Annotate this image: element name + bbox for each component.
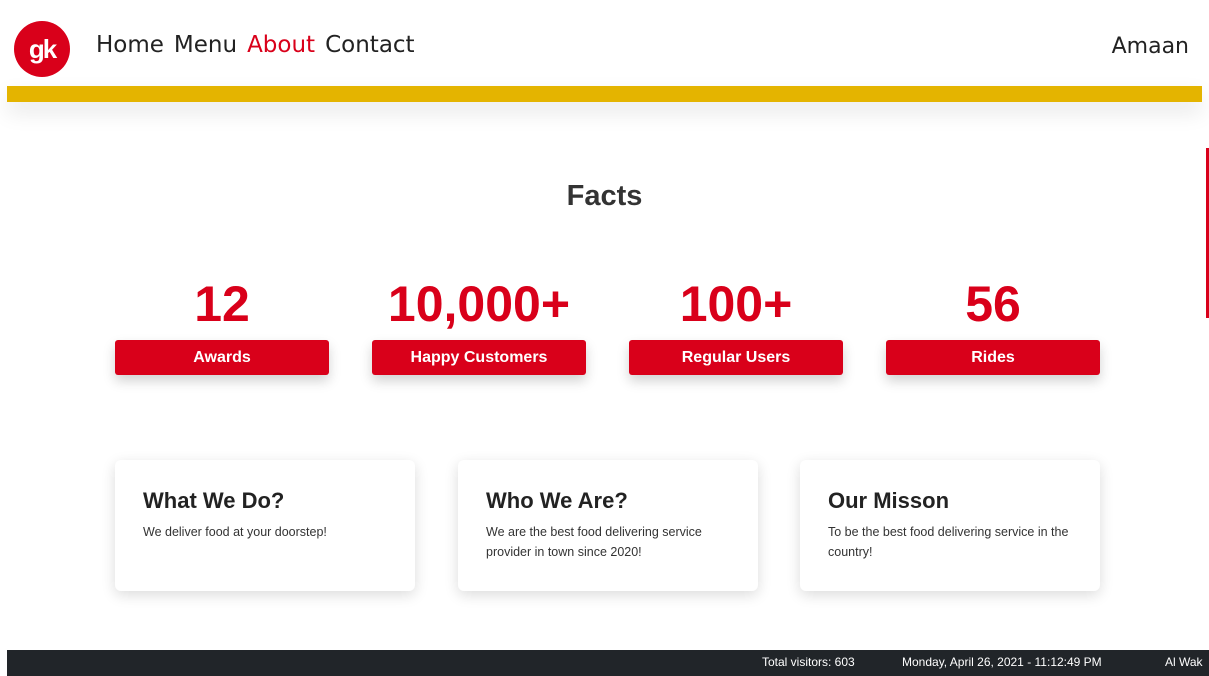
fact-awards: 12 Awards: [115, 276, 329, 375]
visitor-count: Total visitors: 603: [762, 655, 855, 669]
header-band: [7, 86, 1202, 102]
navbar: gk Home Menu About Contact Amaan: [0, 0, 1209, 88]
fact-regular-users: 100+ Regular Users: [629, 276, 843, 375]
card-what-we-do: What We Do? We deliver food at your door…: [115, 460, 415, 591]
card-who-we-are: Who We Are? We are the best food deliver…: [458, 460, 758, 591]
card-text: We deliver food at your doorstep!: [143, 525, 327, 539]
card-title: Our Misson: [828, 488, 950, 513]
fact-value: 100+: [679, 276, 793, 332]
fact-value: 56: [965, 276, 1021, 332]
fact-value: 12: [194, 276, 250, 332]
card-text: We are the best food delivering service …: [486, 525, 702, 559]
fact-label: Happy Customers: [372, 340, 586, 375]
nav-contact-link[interactable]: Contact: [325, 32, 414, 58]
date-time: Monday, April 26, 2021 - 11:12:49 PM: [902, 655, 1102, 669]
card-title: What We Do?: [143, 488, 285, 513]
fact-label: Regular Users: [629, 340, 843, 375]
user-name[interactable]: Amaan: [1112, 34, 1189, 59]
card-text: To be the best food delivering service i…: [828, 525, 1069, 559]
footer: Total visitors: 603 Monday, April 26, 20…: [7, 650, 1209, 676]
nav-about-link[interactable]: About: [247, 32, 315, 58]
nav-home-link[interactable]: Home: [96, 32, 164, 58]
fact-happy-customers: 10,000+ Happy Customers: [372, 276, 586, 375]
card-title: Who We Are?: [486, 488, 628, 513]
fact-label: Awards: [115, 340, 329, 375]
facts-title: Facts: [566, 180, 643, 212]
card-our-mission: Our Misson To be the best food deliverin…: [800, 460, 1100, 591]
page: gk Home Menu About Contact Amaan Facts 1…: [0, 0, 1209, 676]
fact-rides: 56 Rides: [886, 276, 1100, 375]
fact-label: Rides: [886, 340, 1100, 375]
fact-value: 10,000+: [387, 276, 571, 332]
logo[interactable]: gk: [14, 21, 70, 77]
nav-menu-link[interactable]: Menu: [174, 32, 237, 58]
nav-links: Home Menu About Contact: [96, 32, 415, 58]
footer-location: Al Wak: [1165, 655, 1203, 669]
